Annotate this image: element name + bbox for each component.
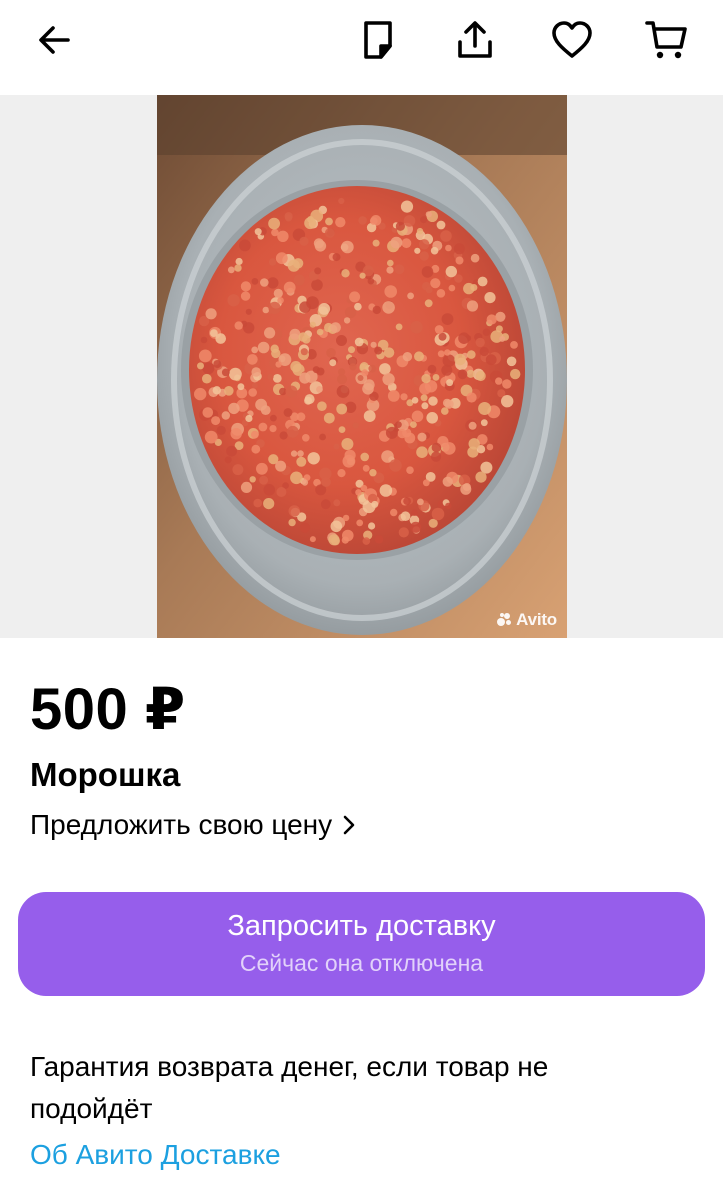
cart-icon [645, 21, 687, 59]
listing-photo[interactable]: Avito [157, 95, 567, 638]
about-delivery-link[interactable]: Об Авито Доставке [30, 1134, 281, 1176]
cart-button[interactable] [641, 14, 693, 66]
offer-price-label: Предложить свою цену [30, 809, 333, 840]
share-button[interactable] [449, 14, 501, 66]
listing-title: Морошка [30, 756, 181, 793]
photo-gallery[interactable]: Avito [0, 95, 723, 638]
request-delivery-button[interactable]: Запросить доставку Сейчас она отключена [18, 892, 705, 996]
price: 500 ₽ [30, 677, 186, 742]
cloudberry-bowl-image [157, 95, 567, 638]
delivery-status-label: Сейчас она отключена [239, 950, 484, 976]
top-bar [0, 0, 723, 95]
share-icon [458, 21, 492, 58]
note-icon [364, 21, 392, 59]
chevron-right-icon [343, 815, 355, 835]
note-button[interactable] [352, 14, 404, 66]
offer-price-link[interactable]: Предложить свою цену [30, 805, 356, 845]
avito-watermark: Avito [497, 610, 557, 630]
avito-logo-icon [497, 613, 513, 627]
arrow-left-icon [39, 26, 70, 54]
heart-icon [552, 21, 592, 58]
request-delivery-label: Запросить доставку [227, 910, 496, 942]
back-button[interactable] [28, 14, 80, 66]
guarantee-text: Гарантия возврата денег, если товар не п… [30, 1051, 549, 1124]
favorite-button[interactable] [546, 14, 598, 66]
